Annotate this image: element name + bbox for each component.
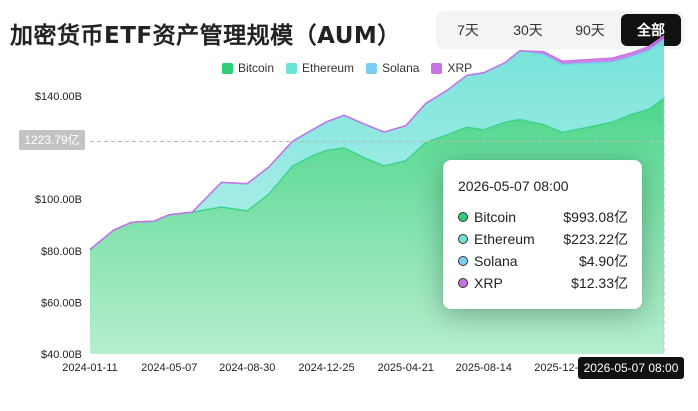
x-tick-label-2025-04-21: 2025-04-21 (378, 362, 434, 374)
x-tick-label-2025-08-14: 2025-08-14 (456, 362, 512, 374)
tooltip-dot-solana (458, 256, 468, 266)
tooltip-value-solana: $4.90亿 (578, 253, 628, 269)
tooltip-name-bitcoin: Bitcoin (474, 209, 517, 225)
tooltip-name-solana: Solana (474, 253, 518, 269)
tooltip-value-bitcoin: $993.08亿 (563, 209, 628, 225)
y-tick-label-80-00b: $80.00B (41, 246, 82, 258)
tooltip-value-xrp: $12.33亿 (571, 275, 628, 291)
tooltip-time: 2026-05-07 08:00 (458, 178, 569, 194)
y-tick-label-140-00b: $140.00B (35, 91, 82, 103)
tooltip-row-xrp: XRP $12.33亿 (458, 272, 628, 294)
y-tick-label-100-00b: $100.00B (35, 194, 82, 206)
y-tick-label-40-00b: $40.00B (41, 349, 82, 361)
tooltip-value-ethereum: $223.22亿 (563, 231, 628, 247)
x-tick-label-2024-05-07: 2024-05-07 (141, 362, 197, 374)
tooltip-row-solana: Solana $4.90亿 (458, 250, 628, 272)
tooltip-row-bitcoin: Bitcoin $993.08亿 (458, 206, 628, 228)
tooltip-dot-bitcoin (458, 212, 468, 222)
crosshair-y-label: 1223.79亿 (19, 130, 85, 150)
tooltip-name-ethereum: Ethereum (474, 231, 535, 247)
x-tick-label-2024-12-25: 2024-12-25 (298, 362, 354, 374)
x-tick-label-2024-01-11: 2024-01-11 (62, 362, 117, 374)
tooltip-dot-xrp (458, 278, 468, 288)
chart-tooltip: 2026-05-07 08:00 Bitcoin $993.08亿 Ethere… (443, 160, 642, 309)
tooltip-row-ethereum: Ethereum $223.22亿 (458, 228, 628, 250)
y-tick-label-60-00b: $60.00B (41, 297, 82, 309)
x-tick-label-2024-08-30: 2024-08-30 (219, 362, 275, 374)
crosshair-x-label: 2026-05-07 08:00 (578, 357, 684, 379)
tooltip-name-xrp: XRP (474, 275, 503, 291)
tooltip-dot-ethereum (458, 234, 468, 244)
